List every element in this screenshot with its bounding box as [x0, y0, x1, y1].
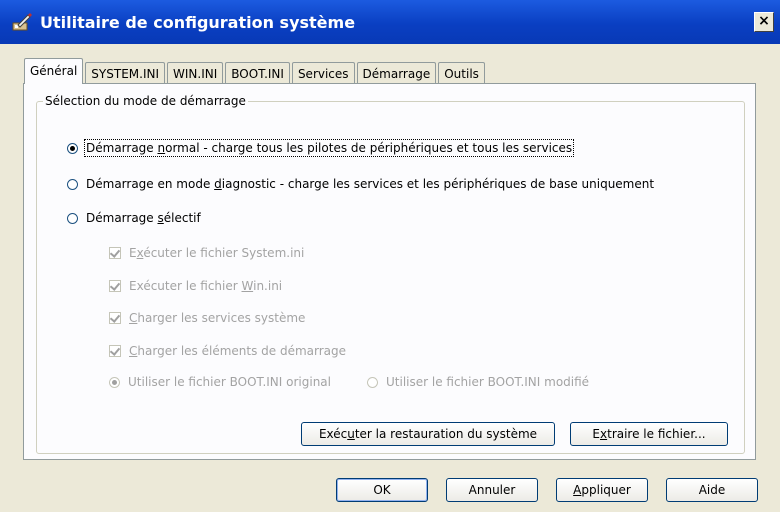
check-system-ini-box[interactable]: [109, 247, 121, 259]
config-utility-icon: [12, 13, 32, 31]
tab-services[interactable]: Services: [291, 62, 355, 84]
tab-boot-ini[interactable]: BOOT.INI: [225, 62, 290, 84]
window-title: Utilitaire de configuration système: [40, 13, 356, 32]
check-win-ini-label: Exécuter le fichier Win.ini: [129, 279, 283, 293]
system-restore-button[interactable]: Exécuter la restauration du système: [301, 422, 555, 446]
radio-normal-startup[interactable]: Démarrage normal - charge tous les pilot…: [67, 139, 575, 157]
apply-button[interactable]: Appliquer: [556, 478, 648, 502]
radio-boot-original-indicator[interactable]: [109, 376, 120, 388]
check-startup-items[interactable]: Charger les éléments de démarrage: [109, 344, 346, 358]
check-win-ini-box[interactable]: [109, 280, 121, 292]
group-label: Sélection du mode de démarrage: [45, 94, 246, 108]
tab-system-ini[interactable]: SYSTEM.INI: [85, 62, 165, 84]
check-system-services[interactable]: Charger les services système: [109, 311, 305, 325]
title-bar[interactable]: Utilitaire de configuration système ×: [0, 0, 780, 44]
radio-boot-modified-indicator[interactable]: [367, 376, 378, 388]
radio-selective-indicator[interactable]: [67, 212, 78, 224]
general-tab-panel: Sélection du mode de démarrage Démarrage…: [23, 83, 756, 460]
cancel-button[interactable]: Annuler: [446, 478, 538, 502]
check-system-services-label: Charger les services système: [129, 311, 306, 325]
radio-normal-indicator[interactable]: [67, 142, 78, 154]
radio-diagnostic-startup[interactable]: Démarrage en mode diagnostic - charge le…: [67, 177, 654, 191]
radio-boot-modified[interactable]: Utiliser le fichier BOOT.INI modifié: [367, 375, 589, 389]
radio-selective-label: Démarrage sélectif: [86, 211, 201, 225]
radio-diagnostic-indicator[interactable]: [67, 178, 78, 190]
tab-startup[interactable]: Démarrage: [356, 62, 437, 84]
radio-normal-label: Démarrage normal - charge tous les pilot…: [83, 139, 575, 157]
check-startup-items-box[interactable]: [109, 345, 121, 357]
close-button[interactable]: ×: [754, 12, 774, 32]
tab-general[interactable]: Général: [24, 58, 84, 84]
extract-file-button[interactable]: Extraire le fichier...: [570, 422, 728, 446]
check-win-ini[interactable]: Exécuter le fichier Win.ini: [109, 279, 282, 293]
radio-boot-modified-label: Utiliser le fichier BOOT.INI modifié: [386, 375, 590, 389]
startup-mode-group: Sélection du mode de démarrage Démarrage…: [36, 94, 745, 454]
ok-button[interactable]: OK: [336, 478, 428, 502]
config-dialog: Utilitaire de configuration système × Gé…: [0, 0, 780, 512]
radio-selective-startup[interactable]: Démarrage sélectif: [67, 211, 201, 225]
tab-strip: Général SYSTEM.INI WIN.INI BOOT.INI Serv…: [24, 58, 487, 84]
check-system-services-box[interactable]: [109, 312, 121, 324]
check-startup-items-label: Charger les éléments de démarrage: [129, 344, 347, 358]
radio-diagnostic-label: Démarrage en mode diagnostic - charge le…: [86, 177, 655, 191]
tab-win-ini[interactable]: WIN.INI: [167, 62, 224, 84]
check-system-ini-label: Exécuter le fichier System.ini: [129, 246, 305, 260]
tab-tools[interactable]: Outils: [438, 62, 485, 84]
close-icon: ×: [758, 13, 770, 29]
help-button[interactable]: Aide: [666, 478, 758, 502]
check-system-ini[interactable]: Exécuter le fichier System.ini: [109, 246, 304, 260]
radio-boot-original-label: Utiliser le fichier BOOT.INI original: [128, 375, 331, 389]
radio-boot-original[interactable]: Utiliser le fichier BOOT.INI original: [109, 375, 331, 389]
